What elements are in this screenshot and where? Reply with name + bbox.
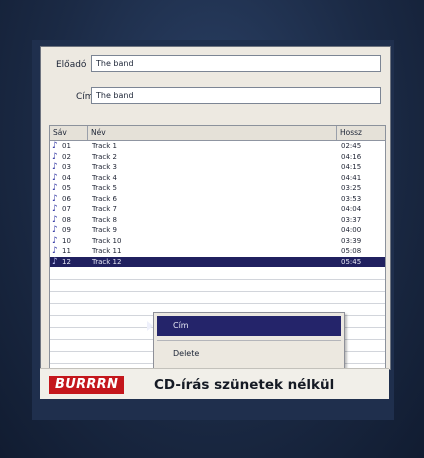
track-name: Track 4 [92, 173, 117, 182]
track-number: 12 [62, 257, 71, 266]
table-row[interactable]: ♪ 04 Track 4 04:41 [50, 173, 385, 184]
empty-row-gridline [50, 303, 385, 304]
track-number: 04 [62, 173, 71, 182]
music-note-icon: ♪ [52, 204, 58, 214]
track-length: 04:41 [341, 173, 362, 182]
track-length: 04:16 [341, 152, 362, 161]
artist-row: Előadó The band [41, 55, 390, 77]
music-note-icon: ♪ [52, 151, 58, 162]
column-header-name[interactable]: Név [88, 126, 337, 140]
table-row[interactable]: ♪ 05 Track 5 03:25 [50, 183, 385, 194]
track-length: 04:00 [341, 226, 362, 234]
track-name: Track 8 [92, 215, 117, 224]
title-row: Cím The band [41, 87, 390, 109]
track-name: Track 3 [92, 163, 117, 171]
table-header: Sáv Név Hossz [50, 126, 385, 141]
track-length: 04:04 [341, 205, 362, 213]
pointer-arrow-icon [147, 321, 153, 331]
table-row[interactable]: ♪ 07 Track 7 04:04 [50, 204, 385, 215]
artist-input[interactable]: The band [91, 55, 381, 72]
track-number: 06 [62, 194, 71, 203]
context-menu: Cím Delete [147, 312, 345, 369]
track-name: Track 6 [92, 194, 117, 203]
track-length: 02:45 [341, 142, 362, 150]
track-name: Track 1 [92, 142, 117, 150]
track-number: 09 [62, 226, 71, 234]
track-name: Track 2 [92, 152, 117, 161]
track-number: 08 [62, 215, 71, 224]
table-row[interactable]: ♪ 03 Track 3 04:15 [50, 162, 385, 173]
track-number: 03 [62, 163, 71, 171]
table-row[interactable]: ♪ 12 Track 12 05:45 [50, 256, 385, 267]
track-name: Track 10 [92, 236, 122, 245]
context-menu-item-title[interactable]: Cím [147, 316, 341, 336]
music-note-icon: ♪ [52, 183, 58, 193]
music-note-icon: ♪ [52, 214, 58, 225]
table-row[interactable]: ♪ 08 Track 8 03:37 [50, 215, 385, 226]
brand-badge: BURRRN [49, 376, 125, 394]
track-number: 02 [62, 152, 71, 161]
track-length: 05:45 [341, 257, 362, 266]
track-length: 03:53 [341, 194, 362, 203]
music-note-icon: ♪ [52, 172, 58, 183]
table-row[interactable]: ♪ 11 Track 11 05:08 [50, 246, 385, 257]
track-length: 03:25 [341, 184, 362, 192]
music-note-icon: ♪ [52, 246, 58, 256]
table-row[interactable]: ♪ 10 Track 10 03:39 [50, 236, 385, 247]
empty-row-gridline [50, 291, 385, 292]
music-note-icon: ♪ [52, 141, 58, 151]
track-name: Track 11 [92, 247, 122, 255]
column-header-length[interactable]: Hossz [337, 126, 387, 140]
context-menu-item-delete-label: Delete [173, 349, 200, 358]
cd-burner-window: Előadó The band Cím The band Sáv Név Hos… [40, 46, 391, 370]
track-length: 04:15 [341, 163, 362, 171]
track-number: 05 [62, 184, 71, 192]
caption-text: CD-írás szünetek nélkül [154, 377, 335, 393]
table-row[interactable]: ♪ 01 Track 1 02:45 [50, 141, 385, 152]
empty-row-gridline [50, 279, 385, 280]
artist-label: Előadó [56, 60, 87, 70]
track-length: 05:08 [341, 247, 362, 255]
context-menu-item-title-label: Cím [173, 321, 189, 330]
track-number: 11 [62, 247, 71, 255]
caption-bar: BURRRN CD-írás szünetek nélkül [40, 368, 389, 399]
music-note-icon: ♪ [52, 235, 58, 246]
music-note-icon: ♪ [52, 225, 58, 235]
track-length: 03:37 [341, 215, 362, 224]
music-note-icon: ♪ [52, 256, 58, 267]
table-row[interactable]: ♪ 09 Track 9 04:00 [50, 225, 385, 236]
table-row[interactable]: ♪ 06 Track 6 03:53 [50, 194, 385, 205]
music-note-icon: ♪ [52, 193, 58, 204]
track-length: 03:39 [341, 236, 362, 245]
menu-separator [157, 340, 341, 341]
context-menu-item-delete[interactable]: Delete [157, 344, 341, 364]
table-row[interactable]: ♪ 02 Track 2 04:16 [50, 152, 385, 163]
track-name: Track 5 [92, 184, 117, 192]
track-number: 07 [62, 205, 71, 213]
track-name: Track 7 [92, 205, 117, 213]
title-input[interactable]: The band [91, 87, 381, 104]
track-name: Track 9 [92, 226, 117, 234]
column-header-track[interactable]: Sáv [50, 126, 88, 140]
track-name: Track 12 [92, 257, 122, 266]
track-number: 10 [62, 236, 71, 245]
music-note-icon: ♪ [52, 162, 58, 172]
track-number: 01 [62, 142, 71, 150]
